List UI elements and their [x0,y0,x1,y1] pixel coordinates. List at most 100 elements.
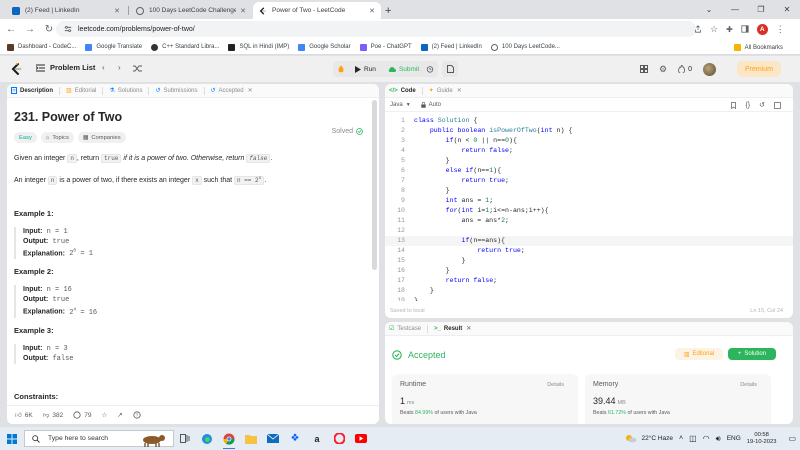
details-link[interactable]: Details [547,382,564,388]
tab-submissions[interactable]: ↺ Submissions [155,87,197,95]
streak-counter[interactable]: 0 [678,65,692,73]
notifications-icon[interactable]: ▭ [788,434,796,443]
code-line[interactable]: 19} [385,296,793,301]
weather-widget[interactable]: 22°C Haze [625,434,673,443]
extensions-icon[interactable]: ✚ [726,25,733,34]
profile-avatar[interactable]: A [756,23,768,35]
runtime-card[interactable]: Runtime Details 1 ms Beats 84.99% of user… [392,374,578,424]
leetcode-logo-icon[interactable] [11,63,22,75]
system-clock[interactable]: 00:58 19-10-2023 [747,432,777,446]
tab-code[interactable]: </> Code [389,88,416,94]
input-language[interactable]: ENG [727,435,741,442]
random-problem-icon[interactable] [133,65,142,72]
taskbar-mail[interactable] [262,427,284,450]
panel-resize-handle[interactable] [380,84,383,424]
code-editor[interactable]: 1 class Solution {2 public boolean isPowe… [385,113,793,301]
tab-search-icon[interactable]: ⌄ [696,0,722,19]
start-button[interactable] [0,427,24,450]
code-line[interactable]: 17 return false; [385,276,793,286]
layout-grid-icon[interactable] [640,65,648,73]
code-line[interactable]: 5 } [385,156,793,166]
minimize-icon[interactable]: — [722,0,748,19]
reset-icon[interactable]: ↺ [759,101,765,109]
user-avatar[interactable] [702,62,716,76]
bookmark-icon[interactable] [731,101,737,109]
settings-gear-icon[interactable]: ⚙ [659,64,667,75]
prev-problem-icon[interactable]: ‹ [102,63,105,72]
tab-accepted[interactable]: ↺ Accepted ✕ [211,87,253,95]
companies-chip[interactable]: ▦ Companies [77,132,126,143]
tab-testcase[interactable]: ☑ Testcase [389,325,421,333]
url-bar[interactable]: leetcode.com/problems/power-of-two/ [56,21,696,37]
all-bookmarks-button[interactable]: All Bookmarks [733,40,783,55]
description-scrollbar[interactable] [371,84,378,424]
chevron-up-icon[interactable]: ˄ [679,435,683,442]
taskbar-edge[interactable] [196,427,218,450]
bookmark-item[interactable]: Dashboard - CodeC... [7,43,76,51]
code-line[interactable]: 15 } [385,256,793,266]
next-problem-icon[interactable]: › [118,63,121,72]
browser-tab-100days[interactable]: 100 Days LeetCode Challenge ✕ [130,2,252,19]
like-button[interactable]: 👍︎ 6K [15,411,33,420]
close-tab-icon[interactable]: ✕ [466,325,471,332]
forward-icon[interactable]: → [22,22,38,38]
feedback-button[interactable]: ? [133,411,141,419]
new-tab-button[interactable]: + [382,2,398,19]
restore-icon[interactable]: ❐ [748,0,774,19]
bookmark-item[interactable]: (2) Feed | LinkedIn [420,43,482,51]
favorite-button[interactable]: ☆ [101,411,107,419]
browser-tab-power-of-two[interactable]: Power of Two - LeetCode ✕ [253,2,381,19]
network-icon[interactable]: ◫ [689,434,697,443]
code-line[interactable]: 2 public boolean isPowerOfTwo(int n) { [385,126,793,136]
taskbar-dropbox[interactable]: ❖ [284,427,306,450]
code-line[interactable]: 10 for(int i=1;i<=n-ans;i++){ [385,206,793,216]
close-tab-icon[interactable]: ✕ [240,7,246,15]
volume-icon[interactable]: 🔊︎ [716,434,721,444]
format-braces-icon[interactable]: {} [745,102,750,109]
code-line[interactable]: 8 } [385,186,793,196]
tab-description[interactable]: Description [11,87,53,94]
timer-button[interactable] [422,61,438,77]
problem-list-button[interactable]: Problem List [36,63,95,72]
premium-button[interactable]: Premium [737,61,781,77]
autocomplete-toggle[interactable]: Auto [420,101,441,108]
code-line[interactable]: 14 return true; [385,246,793,256]
comments-button[interactable]: 79 [73,411,91,419]
topics-chip[interactable]: ⌂ Topics [40,132,74,143]
wifi-icon[interactable]: ◠ [703,434,710,443]
code-line[interactable]: 18 } [385,286,793,296]
code-line[interactable]: 4 return false; [385,146,793,156]
taskbar-chrome[interactable] [218,427,240,450]
close-tab-icon[interactable]: ✕ [369,7,375,15]
bookmark-item[interactable]: 100 Days LeetCode... [490,43,560,51]
bookmark-item[interactable]: Google Translate [85,43,142,51]
taskbar-amazon[interactable]: a [306,427,328,450]
task-view-button[interactable] [174,427,196,450]
code-line[interactable]: 6 else if(n==1){ [385,166,793,176]
code-line[interactable]: 12 [385,226,793,236]
code-line[interactable]: 11 ans = ans*2; [385,216,793,226]
memory-card[interactable]: Memory Details 39.44 MB Beats 61.72% of u… [585,374,771,424]
code-line[interactable]: 3 if(n < 0 || n==0){ [385,136,793,146]
reload-icon[interactable]: ↻ [41,22,57,38]
code-line[interactable]: 13 if(n==ans){ [385,236,793,246]
code-line[interactable]: 16 } [385,266,793,276]
debugger-icon[interactable] [333,65,349,73]
tab-result[interactable]: >_ Result ✕ [434,325,471,333]
bookmark-item[interactable]: SQL in Hindi (IMP) [228,43,289,51]
back-icon[interactable]: ← [3,22,19,38]
taskbar-search-box[interactable]: Type here to search [24,430,174,447]
tab-guide[interactable]: ✦ Guide ✕ [429,87,462,95]
site-info-icon[interactable] [64,25,72,33]
star-bookmark-icon[interactable]: ☆ [710,24,718,35]
side-panel-icon[interactable] [741,25,749,33]
code-line[interactable]: 1 class Solution { [385,116,793,126]
close-tab-icon[interactable]: ✕ [457,87,462,94]
browser-tab-linkedin[interactable]: (2) Feed | LinkedIn ✕ [6,2,126,19]
taskbar-opera[interactable] [328,427,350,450]
close-tab-icon[interactable]: ✕ [248,87,253,94]
menu-kebab-icon[interactable]: ⋮ [776,24,785,35]
notes-button[interactable] [442,61,458,77]
code-line[interactable]: 7 return true; [385,176,793,186]
taskbar-youtube[interactable] [350,427,372,450]
